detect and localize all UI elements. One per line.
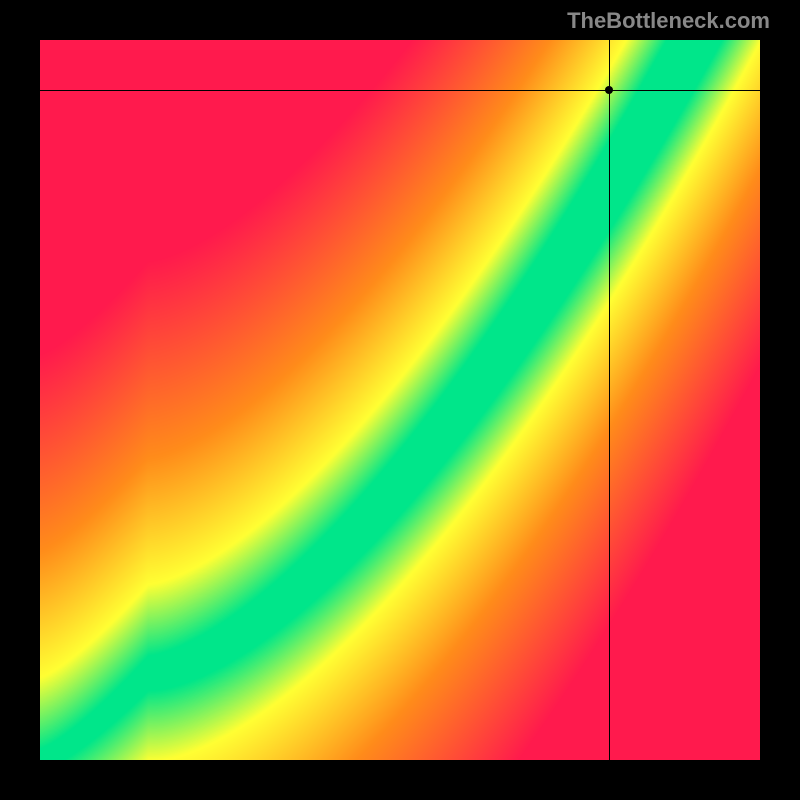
crosshair-horizontal [40,90,760,91]
watermark-text: TheBottleneck.com [567,8,770,34]
heatmap-plot [40,40,760,760]
marker-point [605,86,613,94]
crosshair-vertical [609,40,610,760]
chart-container: TheBottleneck.com [0,0,800,800]
heatmap-canvas [40,40,760,760]
